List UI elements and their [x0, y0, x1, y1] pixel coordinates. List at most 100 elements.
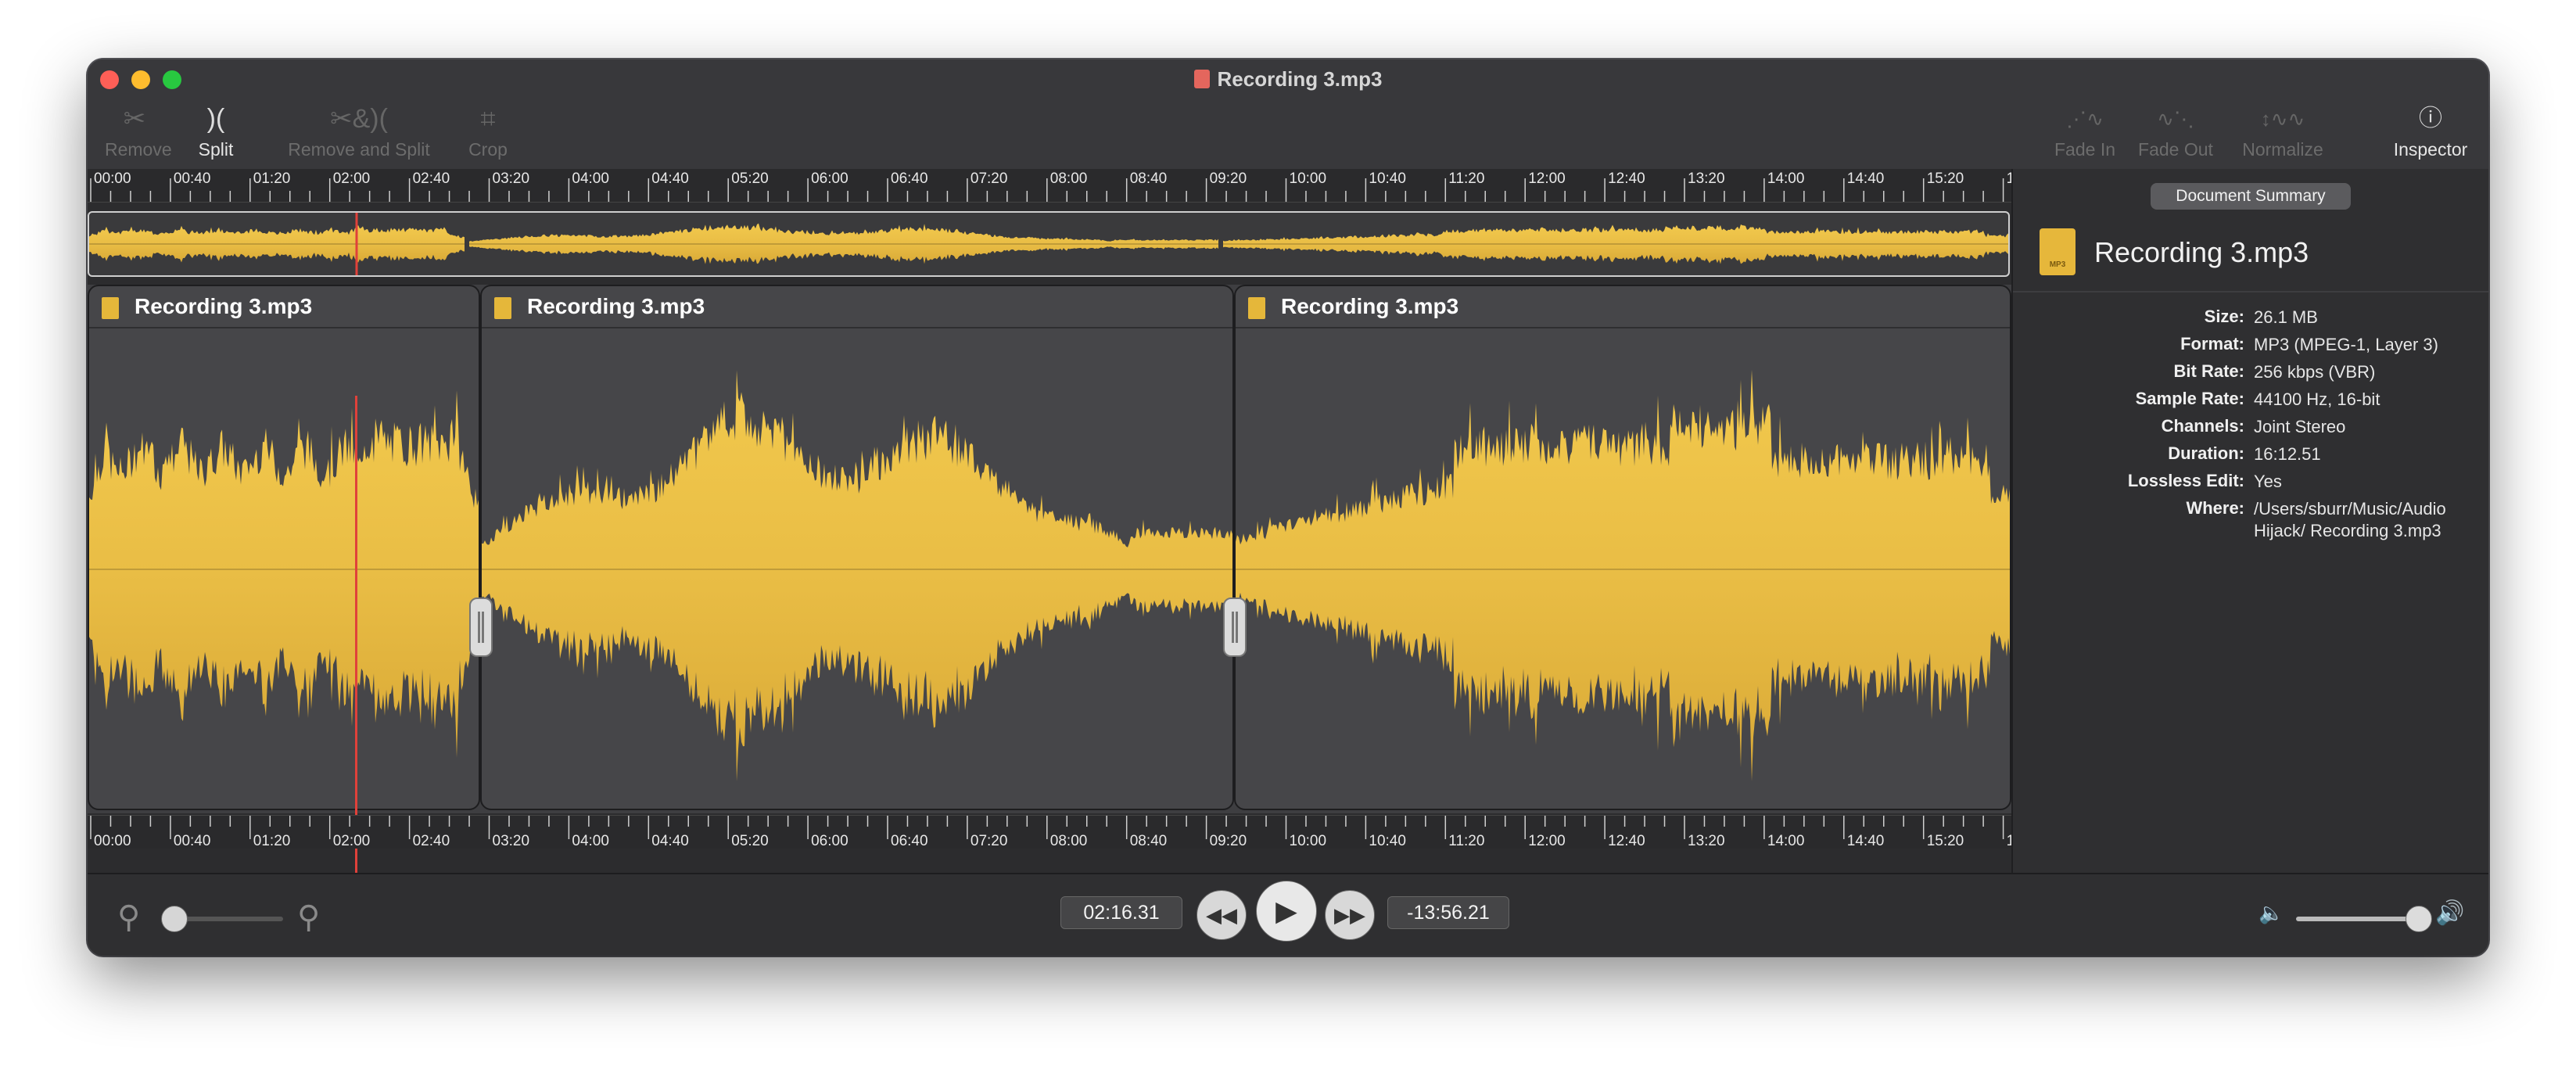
zoom-out-icon[interactable]: ⚲ [117, 899, 140, 935]
info-key: Lossless Edit: [2127, 471, 2244, 490]
waveform-shape [89, 390, 479, 758]
fast-forward-button[interactable]: ▶▶ [1325, 890, 1375, 940]
ruler-tick-label: 13:20 [1688, 833, 1725, 849]
info-value: 26.1 MB [2254, 307, 2318, 327]
remove-and-split-button[interactable]: ✂&)( Remove and Split [288, 102, 430, 160]
app-window: Recording 3.mp3 ✂ Remove )( Split ✂&)( R… [88, 59, 2488, 956]
info-key: Where: [2186, 498, 2244, 518]
ruler-tick-label: 11:20 [1448, 170, 1485, 187]
volume-slider-knob[interactable] [2406, 906, 2433, 932]
window-title-text: Recording 3.mp3 [1217, 67, 1383, 91]
info-value: MP3 (MPEG-1, Layer 3) [2254, 335, 2438, 354]
segment-waveform [1236, 369, 2010, 781]
split-button[interactable]: )( Split [192, 102, 239, 160]
remove-and-split-icon: ✂&)( [330, 104, 388, 134]
transport-bar: ⚲ ⚲ 02:16.31 ◀◀ ▶ ▶▶ -13:56.21 🔈 🔊 [88, 873, 2488, 956]
document-icon [1193, 70, 1210, 88]
ruler-tick-label: 00:00 [94, 833, 131, 849]
inspector-file-name: Recording 3.mp3 [2094, 236, 2309, 268]
ruler-tick-label: 14:00 [1767, 170, 1805, 187]
play-icon: ▶ [1275, 895, 1297, 927]
play-button[interactable]: ▶ [1256, 881, 1317, 942]
split-icon: )( [206, 104, 225, 134]
ruler-tick-label: 08:40 [1129, 833, 1168, 849]
crop-button[interactable]: ⌗ Crop [463, 102, 513, 160]
ruler-tick-label: 12:40 [1608, 170, 1645, 187]
ruler-tick-label: 06:40 [891, 170, 928, 187]
ruler-tick-label: 09:20 [1209, 833, 1247, 849]
zoom-slider[interactable] [175, 917, 283, 921]
fade-out-label: Fade Out [2138, 139, 2213, 160]
remaining-time-display: -13:56.21 [1387, 896, 1509, 929]
ruler-tick-label: 02:00 [332, 170, 371, 187]
ruler-tick-label: 14:40 [1846, 833, 1885, 849]
ruler-tick-label: 05:20 [731, 833, 769, 849]
ruler-tick-label: 15:20 [1926, 170, 1964, 187]
fast-forward-icon: ▶▶ [1334, 903, 1365, 927]
ruler-tick-label: 02:00 [332, 833, 371, 849]
info-key: Sample Rate: [2135, 389, 2244, 408]
document-summary-badge[interactable]: Document Summary [2151, 183, 2351, 210]
overview-segment [1223, 224, 2008, 264]
ruler-tick-label: 08:40 [1129, 170, 1168, 187]
ruler-tick-label: 04:40 [651, 833, 689, 849]
ruler-tick-label: 15:20 [1926, 833, 1964, 849]
info-key: Duration: [2168, 443, 2244, 463]
window-title: Recording 3.mp3 [88, 67, 2488, 92]
ruler-tick-label: 04:00 [572, 833, 609, 849]
info-key: Bit Rate: [2173, 361, 2244, 381]
remove-button[interactable]: ✂ Remove [105, 102, 172, 160]
ruler-tick-label: 04:00 [572, 170, 609, 187]
mp3-file-icon [494, 297, 511, 319]
ruler-tick-label: 02:40 [412, 833, 450, 849]
current-time-display: 02:16.31 [1060, 896, 1182, 929]
ruler-tick-label: 12:40 [1608, 833, 1645, 849]
ruler-tick-label: 08:00 [1049, 833, 1088, 849]
ruler-tick-label: 10:00 [1289, 833, 1327, 849]
waveform-editor[interactable]: Recording 3.mp3 Recording 3.mp3 Recordin… [88, 285, 2011, 813]
ruler-tick-label: 12:00 [1528, 170, 1566, 187]
zoom-slider-knob[interactable] [161, 906, 188, 932]
segment-title: Recording 3.mp3 [1281, 294, 1459, 318]
title-bar: Recording 3.mp3 ✂ Remove )( Split ✂&)( R… [88, 59, 2488, 169]
ruler-tick-label: 04:40 [651, 170, 689, 187]
crop-label: Crop [468, 139, 508, 160]
segment-2[interactable]: Recording 3.mp3 [480, 285, 1234, 810]
inspector-button[interactable]: ⓘ Inspector [2390, 102, 2471, 160]
segment-1[interactable]: Recording 3.mp3 [88, 285, 480, 810]
segment-waveform [89, 390, 479, 758]
ruler-tick-label: 10:00 [1289, 170, 1327, 187]
timeline-ruler-top[interactable]: 00:00 00:40 01:20 02:00 02:40 03:20 04:00 04:40… [88, 169, 2011, 203]
split-handle-1[interactable] [469, 598, 493, 657]
rewind-button[interactable]: ◀◀ [1197, 890, 1247, 940]
ruler-tick-label: 06:00 [811, 833, 849, 849]
ruler-tick-label: 01:20 [253, 170, 291, 187]
overview-segment [469, 223, 1218, 264]
ruler-tick-label: 06:00 [811, 170, 849, 187]
fade-in-button[interactable]: ⋰∿ Fade In [2052, 102, 2118, 160]
remove-and-split-label: Remove and Split [288, 139, 430, 160]
ruler-tick-label: 14:40 [1846, 170, 1885, 187]
waveform-shape [1236, 369, 2010, 781]
mp3-file-icon [1248, 297, 1265, 319]
ruler-tick-label: 08:00 [1049, 170, 1088, 187]
info-value[interactable]: /Users/sburr/Music/Audio Hijack/ Recordi… [2254, 498, 2488, 542]
timeline-ruler-bottom[interactable]: 00:00 00:40 01:20 02:00 02:40 03:20 04:00 04:40… [88, 815, 2011, 849]
ruler-tick-label: 09:20 [1209, 170, 1247, 187]
ruler-tick-label: 00:00 [94, 170, 131, 187]
overview-waveform[interactable] [88, 211, 2010, 277]
info-key: Channels: [2161, 416, 2244, 436]
ruler-tick-label: 02:40 [412, 170, 450, 187]
ruler-tick-label: 03:20 [492, 833, 530, 849]
volume-slider[interactable] [2296, 917, 2418, 921]
scissors-icon: ✂ [123, 104, 146, 134]
split-handle-2[interactable] [1223, 598, 1247, 657]
zoom-in-icon[interactable]: ⚲ [297, 899, 320, 935]
playhead[interactable] [355, 396, 357, 873]
info-key: Size: [2204, 307, 2244, 326]
normalize-label: Normalize [2242, 139, 2323, 160]
normalize-button[interactable]: ↕∿∿ Normalize [2240, 102, 2326, 160]
segment-3[interactable]: Recording 3.mp3 [1234, 285, 2011, 810]
ruler-tick-label: 00:40 [173, 833, 211, 849]
fade-out-button[interactable]: ∿⋱ Fade Out [2135, 102, 2216, 160]
